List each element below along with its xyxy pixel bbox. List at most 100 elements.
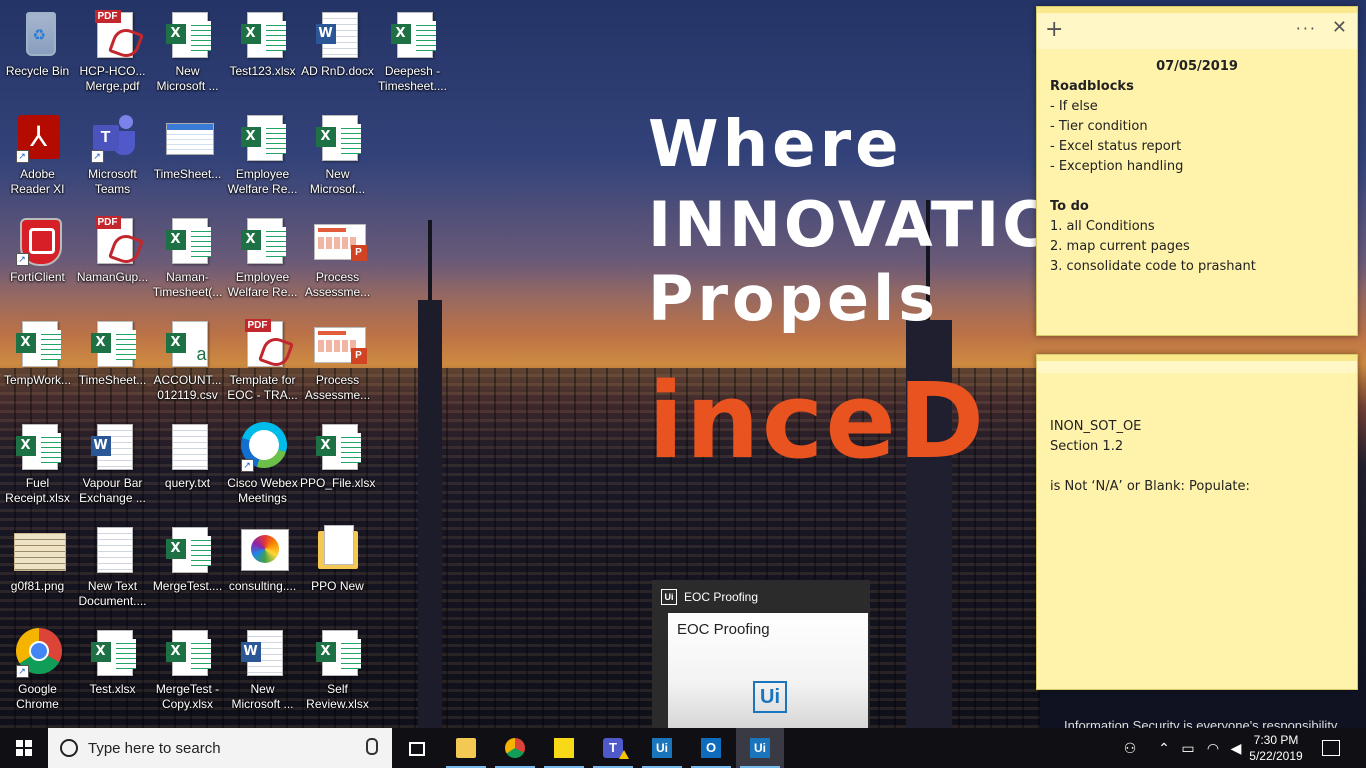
note-line: - Tier condition — [1050, 119, 1148, 134]
word-file-icon: W — [239, 628, 287, 678]
wallpaper-propels-text: Propels — [648, 262, 940, 335]
desktop-icon-vapour-bar[interactable]: W Vapour Bar Exchange ... — [75, 416, 150, 514]
volume-icon[interactable]: ◀ — [1226, 728, 1246, 768]
desktop-icon-process-assessment-2[interactable]: P Process Assessme... — [300, 313, 375, 411]
desktop-icon-fuel-receipt[interactable]: X Fuel Receipt.xlsx — [0, 416, 75, 514]
start-button[interactable] — [0, 728, 48, 768]
desktop-icon-naman-timesheet[interactable]: X Naman-Timesheet(... — [150, 210, 225, 308]
desktop-icon-query-txt[interactable]: query.txt — [150, 416, 225, 514]
desktop-icon-label: Employee Welfare Re... — [227, 270, 298, 299]
desktop-icon-label: AD RnD.docx — [301, 64, 374, 78]
microphone-icon[interactable] — [366, 738, 378, 755]
desktop-icon-self-review[interactable]: X Self Review.xlsx — [300, 622, 375, 720]
desktop-icon-google-chrome[interactable]: ↗ Google Chrome — [0, 622, 75, 720]
desktop-icon-hcp-hco-merge[interactable]: PDF HCP-HCO... Merge.pdf — [75, 4, 150, 102]
desktop-icon-deepesh-timesheet[interactable]: X Deepesh - Timesheet.... — [375, 4, 450, 102]
task-view-button[interactable] — [392, 728, 440, 768]
desktop-icon-new-microsoft-word[interactable]: W New Microsoft ... — [225, 622, 300, 720]
desktop-icon-microsoft-teams[interactable]: T ↗ Microsoft Teams — [75, 107, 150, 205]
add-note-icon[interactable]: + — [1045, 17, 1063, 42]
desktop-icon-label: query.txt — [164, 476, 211, 490]
desktop-icon-new-text-document[interactable]: New Text Document.... — [75, 519, 150, 617]
note-line: - Excel status report — [1050, 139, 1182, 154]
desktop-icon-mergetest-copy[interactable]: X MergeTest - Copy.xlsx — [150, 622, 225, 720]
preview-thumbnail[interactable]: EOC Proofing Ui — [668, 613, 868, 728]
taskbar-file-explorer[interactable] — [442, 728, 490, 768]
desktop-icon-adobe-reader[interactable]: ⅄ ↗ Adobe Reader XI — [0, 107, 75, 205]
taskbar-teams[interactable]: T — [589, 728, 637, 768]
sticky-note-titlebar[interactable] — [1037, 355, 1357, 373]
excel-file-icon: X — [164, 525, 212, 575]
note-line: - Exception handling — [1050, 159, 1184, 174]
desktop-icon-tempwork[interactable]: X TempWork... — [0, 313, 75, 411]
desktop-icon-label: Fuel Receipt.xlsx — [5, 476, 70, 505]
tower-body — [418, 300, 442, 728]
desktop-icon-g0f81-png[interactable]: g0f81.png — [0, 519, 75, 617]
search-placeholder: Type here to search — [88, 740, 221, 757]
desktop-icon-timesheet-1[interactable]: TimeSheet... — [150, 107, 225, 205]
uipath-icon: Ui — [652, 738, 672, 758]
desktop-icon-template-eoc[interactable]: PDF Template for EOC - TRA... — [225, 313, 300, 411]
sticky-note-titlebar[interactable]: + ··· ✕ — [1037, 7, 1357, 49]
desktop-icon-forticlient[interactable]: ↗ FortiClient — [0, 210, 75, 308]
taskbar-window-preview[interactable]: Ui EOC Proofing EOC Proofing Ui — [652, 580, 870, 728]
taskbar-outlook[interactable]: O — [687, 728, 735, 768]
desktop-icon-account-csv[interactable]: aX ACCOUNT... 012119.csv — [150, 313, 225, 411]
wallpaper-where-text: Where — [648, 108, 903, 182]
wifi-icon[interactable]: ◠ — [1202, 728, 1224, 768]
desktop-icon-label: TimeSheet... — [153, 167, 222, 181]
desktop-icon-mergetest[interactable]: X MergeTest.... — [150, 519, 225, 617]
sticky-note-body[interactable]: INON_SOT_OE Section 1.2 is Not ‘N/A’ or … — [1037, 373, 1357, 505]
wallpaper-brand-logo: inceD — [648, 360, 987, 482]
desktop-icon-ppo-file[interactable]: X PPO_File.xlsx — [300, 416, 375, 514]
desktop-icon-label: NamanGup... — [76, 270, 149, 284]
desktop-icon-label: TimeSheet... — [78, 373, 147, 387]
battery-icon[interactable]: ▭ — [1178, 728, 1198, 768]
desktop-icon-employee-welfare-1[interactable]: X Employee Welfare Re... — [225, 107, 300, 205]
desktop-icon-label: Naman-Timesheet(... — [152, 270, 223, 299]
pdf-file-icon: PDF — [89, 10, 144, 61]
desktop-icon-process-assessment-1[interactable]: P Process Assessme... — [300, 210, 375, 308]
desktop-icon-ad-rnd[interactable]: W AD RnD.docx — [300, 4, 375, 102]
desktop-icon-test-xlsx[interactable]: X Test.xlsx — [75, 622, 150, 720]
taskbar-sticky-notes[interactable] — [540, 728, 588, 768]
desktop-icon-consulting[interactable]: consulting.... — [225, 519, 300, 617]
forticlient-icon: ↗ — [14, 216, 62, 266]
excel-file-icon: X — [239, 113, 287, 163]
taskbar-uipath-2[interactable]: Ui — [736, 728, 784, 768]
csv-file-icon: aX — [164, 319, 212, 369]
taskbar-search-box[interactable]: Type here to search — [48, 728, 392, 768]
excel-file-icon: X — [314, 422, 362, 472]
desktop-icon-label: New Microsof... — [309, 167, 366, 196]
desktop-icon-new-microsoft-excel[interactable]: X New Microsoft ... — [150, 4, 225, 102]
sticky-note-roadblocks[interactable]: + ··· ✕ 07/05/2019 Roadblocks - If else … — [1036, 6, 1358, 336]
show-hidden-icons-chevron-up-icon[interactable]: ⌃ — [1154, 728, 1174, 768]
taskbar-uipath-1[interactable]: Ui — [638, 728, 686, 768]
desktop-icon-recycle-bin[interactable]: ♻ Recycle Bin — [0, 4, 75, 102]
excel-file-icon: X — [164, 10, 212, 60]
sticky-note-body[interactable]: 07/05/2019 Roadblocks - If else - Tier c… — [1037, 49, 1357, 285]
taskbar-chrome[interactable] — [491, 728, 539, 768]
desktop-icon-label: New Microsoft ... — [156, 64, 219, 93]
sticky-notes-icon — [554, 738, 574, 758]
people-icon[interactable]: ⚇ — [1118, 728, 1142, 768]
desktop-icon-cisco-webex[interactable]: ↗ Cisco Webex Meetings — [225, 416, 300, 514]
excel-file-icon: X — [164, 628, 212, 678]
desktop-icon-test123[interactable]: X Test123.xlsx — [225, 4, 300, 102]
desktop-icon-timesheet-2[interactable]: X TimeSheet... — [75, 313, 150, 411]
desktop-icon-ppo-new[interactable]: PPO New — [300, 519, 375, 617]
desktop-icon-label: Vapour Bar Exchange ... — [79, 476, 146, 505]
wallpaper-innovation-text: INNOVATIC — [648, 188, 1051, 261]
sticky-note-section[interactable]: INON_SOT_OE Section 1.2 is Not ‘N/A’ or … — [1036, 354, 1358, 690]
excel-file-icon: X — [314, 628, 362, 678]
image-file-icon — [13, 525, 66, 575]
desktop-icon-label: Cisco Webex Meetings — [227, 476, 298, 505]
desktop-icon-namangup[interactable]: PDF NamanGup... — [75, 210, 150, 308]
close-icon[interactable]: ✕ — [1332, 17, 1347, 38]
desktop-icon-employee-welfare-2[interactable]: X Employee Welfare Re... — [225, 210, 300, 308]
taskbar-clock[interactable]: 7:30 PM 5/22/2019 — [1246, 732, 1306, 764]
desktop-icon-label: MergeTest - Copy.xlsx — [155, 682, 220, 711]
more-options-icon[interactable]: ··· — [1296, 19, 1317, 38]
action-center-notification-icon[interactable] — [1322, 740, 1340, 756]
desktop-icon-new-microsof[interactable]: X New Microsof... — [300, 107, 375, 205]
